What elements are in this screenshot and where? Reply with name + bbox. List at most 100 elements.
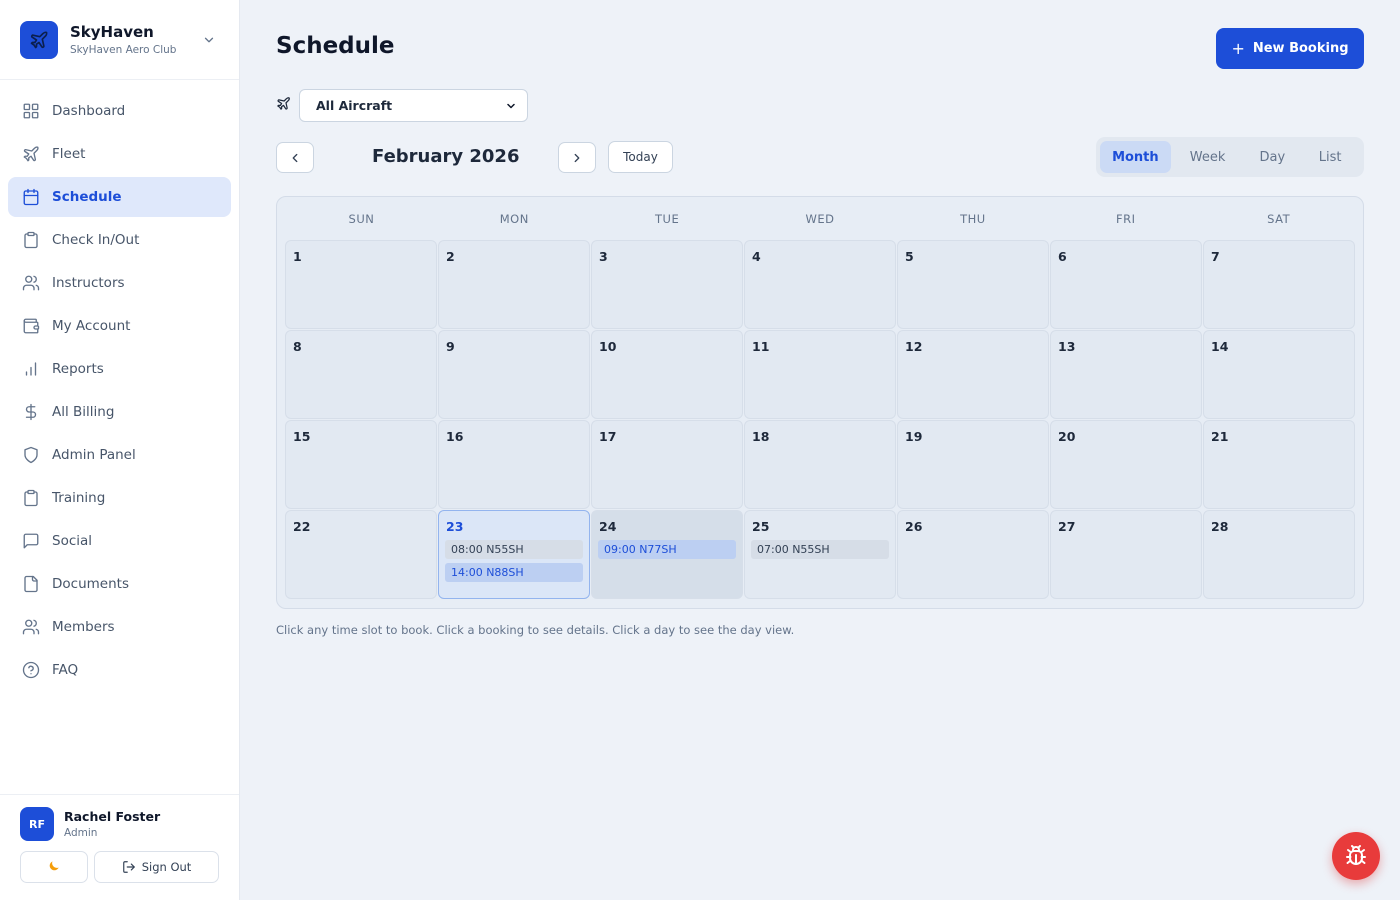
- plane-icon: [20, 20, 58, 59]
- dollar-icon: [22, 403, 40, 421]
- day-number: 15: [293, 429, 311, 444]
- day-number: 26: [905, 519, 923, 534]
- sign-out-button[interactable]: Sign Out: [94, 851, 219, 883]
- day-number: 4: [752, 249, 761, 264]
- calendar-day-cell[interactable]: 28: [1203, 510, 1355, 599]
- calendar-day-cell[interactable]: 12: [897, 330, 1049, 419]
- calendar-day-cell[interactable]: 19: [897, 420, 1049, 509]
- calendar-week-row: 22 23 08:00 N55SH 14:00 N88SH 24 09:00 N77SH 2…: [285, 510, 1355, 600]
- calendar-day-cell[interactable]: 13: [1050, 330, 1202, 419]
- avatar[interactable]: RF: [20, 807, 54, 841]
- calendar-day-cell[interactable]: 10: [591, 330, 743, 419]
- calendar-day-cell[interactable]: 5: [897, 240, 1049, 329]
- previous-month-button[interactable]: [276, 142, 314, 173]
- booking-event[interactable]: 09:00 N77SH: [598, 540, 736, 559]
- users-icon: [22, 274, 40, 292]
- new-booking-button[interactable]: + New Booking: [1216, 28, 1364, 69]
- sidebar-item-label: My Account: [52, 318, 131, 334]
- chevron-down-icon[interactable]: [199, 30, 219, 50]
- calendar-day-cell[interactable]: 14: [1203, 330, 1355, 419]
- sidebar-item-instructors[interactable]: Instructors: [8, 263, 231, 303]
- bug-report-button[interactable]: [1332, 832, 1380, 880]
- booking-event[interactable]: 14:00 N88SH: [445, 563, 583, 582]
- day-number: 7: [1211, 249, 1220, 264]
- sidebar-item-social[interactable]: Social: [8, 521, 231, 561]
- sidebar-item-reports[interactable]: Reports: [8, 349, 231, 389]
- sidebar-item-dashboard[interactable]: Dashboard: [8, 91, 231, 131]
- sidebar-item-fleet[interactable]: Fleet: [8, 134, 231, 174]
- sidebar-item-all-billing[interactable]: All Billing: [8, 392, 231, 432]
- day-number: 16: [446, 429, 464, 444]
- sidebar-item-check-in-out[interactable]: Check In/Out: [8, 220, 231, 260]
- sidebar-item-label: Admin Panel: [52, 447, 136, 463]
- day-number: 5: [905, 249, 914, 264]
- calendar-day-cell[interactable]: 26: [897, 510, 1049, 599]
- calendar-day-cell[interactable]: 9: [438, 330, 590, 419]
- calendar-day-cell[interactable]: 4: [744, 240, 896, 329]
- booking-event[interactable]: 08:00 N55SH: [445, 540, 583, 559]
- calendar-day-cell[interactable]: 16: [438, 420, 590, 509]
- chevron-left-icon: [292, 153, 298, 162]
- sidebar-item-documents[interactable]: Documents: [8, 564, 231, 604]
- view-list-button[interactable]: List: [1300, 141, 1360, 173]
- sidebar-nav: Dashboard Fleet Schedule Check In/Out Instru…: [0, 80, 239, 690]
- user-panel: RF Rachel Foster Admin Sign Out: [0, 794, 239, 900]
- view-day-button[interactable]: Day: [1244, 141, 1300, 173]
- today-button[interactable]: Today: [608, 141, 673, 173]
- plane-icon: [276, 96, 291, 115]
- calendar-day-cell[interactable]: 6: [1050, 240, 1202, 329]
- log-out-icon: [122, 861, 135, 873]
- calendar-day-cell[interactable]: 27: [1050, 510, 1202, 599]
- page-title: Schedule: [276, 33, 395, 59]
- calendar-day-cell[interactable]: 22: [285, 510, 437, 599]
- day-number: 10: [599, 339, 617, 354]
- weekday-header: SUN MON TUE WED THU FRI SAT: [285, 197, 1355, 240]
- aircraft-select[interactable]: All Aircraft: [299, 89, 528, 122]
- brand-header[interactable]: SkyHaven SkyHaven Aero Club: [0, 0, 239, 80]
- next-month-button[interactable]: [558, 142, 596, 173]
- sidebar-item-label: Fleet: [52, 146, 86, 162]
- view-week-button[interactable]: Week: [1171, 141, 1245, 173]
- sidebar-item-label: Members: [52, 619, 115, 635]
- chevron-down-icon: [507, 103, 515, 108]
- calendar-day-cell[interactable]: 18: [744, 420, 896, 509]
- help-circle-icon: [22, 661, 40, 679]
- day-number: 1: [293, 249, 302, 264]
- calendar-day-cell[interactable]: 8: [285, 330, 437, 419]
- calendar-day-cell[interactable]: 25 07:00 N55SH: [744, 510, 896, 599]
- sidebar-item-members[interactable]: Members: [8, 607, 231, 647]
- view-month-button[interactable]: Month: [1100, 141, 1171, 173]
- sidebar-item-faq[interactable]: FAQ: [8, 650, 231, 690]
- calendar-day-cell[interactable]: 23 08:00 N55SH 14:00 N88SH: [438, 510, 590, 599]
- user-role: Admin: [64, 827, 98, 839]
- file-icon: [22, 575, 40, 593]
- calendar-day-cell[interactable]: 3: [591, 240, 743, 329]
- sidebar-item-training[interactable]: Training: [8, 478, 231, 518]
- calendar-day-cell[interactable]: 2: [438, 240, 590, 329]
- calendar-day-cell[interactable]: 15: [285, 420, 437, 509]
- calendar-day-cell[interactable]: 7: [1203, 240, 1355, 329]
- calendar-day-cell[interactable]: 20: [1050, 420, 1202, 509]
- theme-toggle-button[interactable]: [20, 851, 88, 883]
- calendar-day-cell[interactable]: 17: [591, 420, 743, 509]
- month-label: February 2026: [372, 146, 520, 167]
- calendar-day-cell[interactable]: 24 09:00 N77SH: [591, 510, 743, 599]
- day-number: 17: [599, 429, 617, 444]
- sidebar-item-label: Reports: [52, 361, 104, 377]
- chevron-right-icon: [574, 153, 580, 162]
- sidebar-item-schedule[interactable]: Schedule: [8, 177, 231, 217]
- calendar-day-cell[interactable]: 1: [285, 240, 437, 329]
- calendar-week-row: 1 2 3 4 5 6 7: [285, 240, 1355, 330]
- booking-event[interactable]: 07:00 N55SH: [751, 540, 889, 559]
- calendar-day-cell[interactable]: 11: [744, 330, 896, 419]
- day-number: 9: [446, 339, 455, 354]
- day-number: 3: [599, 249, 608, 264]
- calendar-week-row: 15 16 17 18 19 20 21: [285, 420, 1355, 510]
- day-number: 23: [446, 519, 464, 534]
- sidebar-item-my-account[interactable]: My Account: [8, 306, 231, 346]
- sidebar-item-admin-panel[interactable]: Admin Panel: [8, 435, 231, 475]
- day-number: 6: [1058, 249, 1067, 264]
- calendar-day-cell[interactable]: 21: [1203, 420, 1355, 509]
- day-number: 19: [905, 429, 923, 444]
- grid-icon: [22, 102, 40, 120]
